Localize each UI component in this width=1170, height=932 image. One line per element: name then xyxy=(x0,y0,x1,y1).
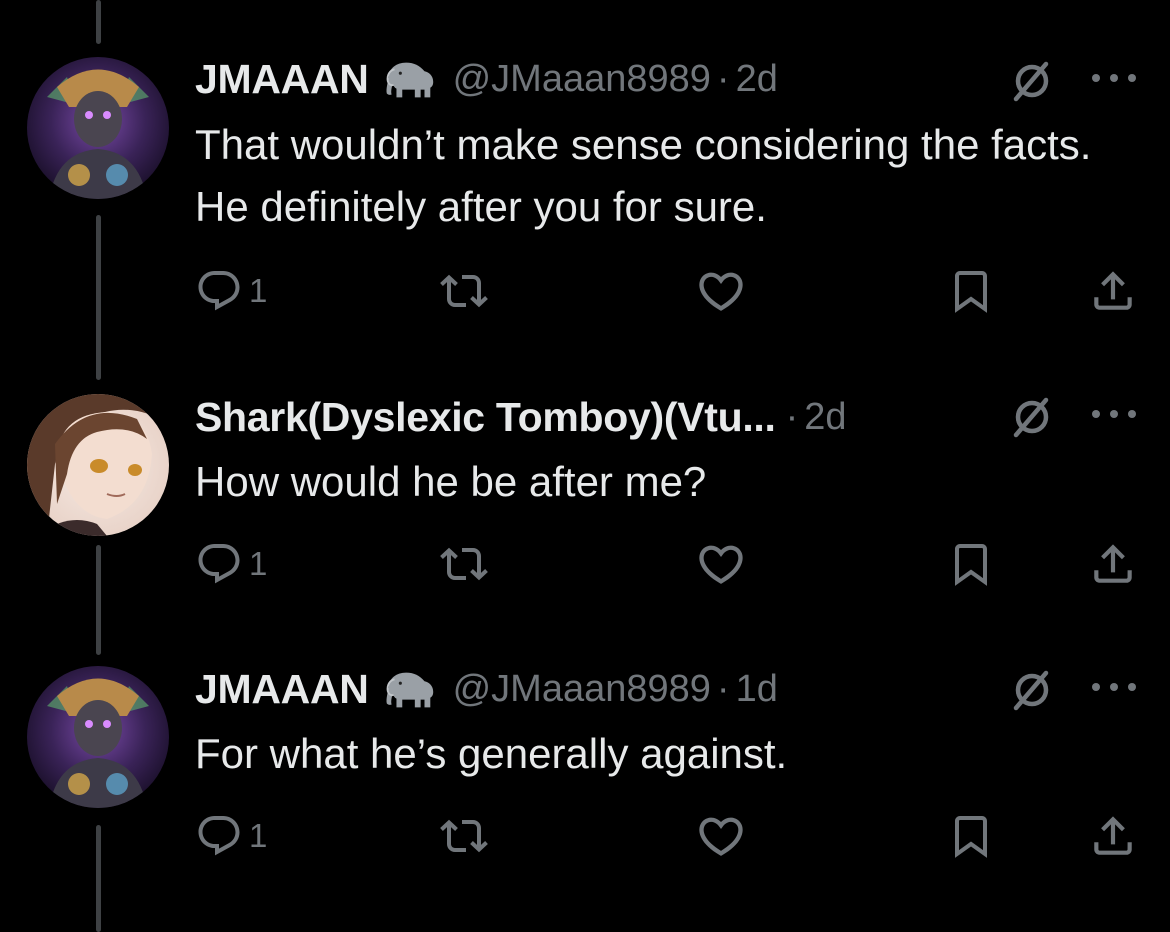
tweet-text: How would he be after me? xyxy=(195,458,707,505)
bookmark-button[interactable] xyxy=(947,539,995,589)
display-name[interactable]: JMAAAN xyxy=(195,666,369,713)
avatar[interactable] xyxy=(27,394,169,536)
reply-thread: JMAAAN @JMaaan8989 · 2d That wouldn’t ma… xyxy=(0,0,1170,932)
tweet-actions: 1 xyxy=(195,811,1145,861)
reply-icon xyxy=(195,267,243,315)
grok-icon[interactable] xyxy=(1008,393,1056,441)
like-button[interactable] xyxy=(695,539,747,589)
avatar[interactable] xyxy=(27,57,169,199)
thread-line xyxy=(96,545,101,655)
tweet-header: JMAAAN @JMaaan8989 · 1d xyxy=(195,664,778,714)
retweet-button[interactable] xyxy=(440,266,488,316)
reply-icon xyxy=(195,812,243,860)
share-button[interactable] xyxy=(1088,266,1138,316)
tweet-actions: 1 xyxy=(195,539,1145,589)
share-button[interactable] xyxy=(1088,539,1138,589)
more-icon[interactable] xyxy=(1090,68,1138,88)
grok-icon[interactable] xyxy=(1008,57,1056,105)
retweet-button[interactable] xyxy=(440,539,488,589)
reply-count: 1 xyxy=(249,272,268,309)
reply-button[interactable]: 1 xyxy=(195,266,267,316)
share-button[interactable] xyxy=(1088,811,1138,861)
timestamp[interactable]: 2d xyxy=(804,396,846,439)
reply-count: 1 xyxy=(249,817,268,854)
thread-line xyxy=(96,825,101,932)
display-name[interactable]: JMAAAN xyxy=(195,56,369,103)
bookmark-icon xyxy=(947,267,995,315)
bookmark-button[interactable] xyxy=(947,811,995,861)
separator-dot: · xyxy=(716,667,730,710)
separator-dot: · xyxy=(716,57,730,100)
elephant-icon xyxy=(381,667,439,711)
cyber-warrior-avatar-image xyxy=(27,57,169,199)
reply-icon xyxy=(195,540,243,588)
tweet-header: JMAAAN @JMaaan8989 · 2d xyxy=(195,54,778,104)
reply-button[interactable]: 1 xyxy=(195,811,267,861)
share-icon xyxy=(1088,539,1138,589)
thread-line xyxy=(96,0,101,44)
anime-girl-avatar-image xyxy=(27,394,169,536)
timestamp[interactable]: 2d xyxy=(736,58,778,101)
retweet-button[interactable] xyxy=(440,811,488,861)
tweet-text: That wouldn’t make sense considering the… xyxy=(195,121,1092,230)
retweet-icon xyxy=(440,540,488,588)
separator-dot: · xyxy=(785,395,799,438)
timestamp[interactable]: 1d xyxy=(736,668,778,711)
elephant-icon xyxy=(381,57,439,101)
reply-count: 1 xyxy=(249,545,268,582)
share-icon xyxy=(1088,266,1138,316)
tweet-actions: 1 xyxy=(195,266,1145,316)
more-icon[interactable] xyxy=(1090,677,1138,697)
reply-button[interactable]: 1 xyxy=(195,539,267,589)
bookmark-button[interactable] xyxy=(947,266,995,316)
bookmark-icon xyxy=(947,812,995,860)
grok-icon[interactable] xyxy=(1008,666,1056,714)
tweet-header: Shark(Dyslexic Tomboy)(Vtu... · 2d xyxy=(195,392,847,442)
like-button[interactable] xyxy=(695,266,747,316)
user-handle[interactable]: @JMaaan8989 xyxy=(453,58,711,101)
thread-line xyxy=(96,215,101,380)
retweet-icon xyxy=(440,267,488,315)
more-icon[interactable] xyxy=(1090,404,1138,424)
like-icon xyxy=(695,538,747,590)
user-handle[interactable]: @JMaaan8989 xyxy=(453,668,711,711)
bookmark-icon xyxy=(947,540,995,588)
cyber-warrior-avatar-image xyxy=(27,666,169,808)
display-name[interactable]: Shark(Dyslexic Tomboy)(Vtu... xyxy=(195,394,776,441)
avatar[interactable] xyxy=(27,666,169,808)
retweet-icon xyxy=(440,812,488,860)
share-icon xyxy=(1088,811,1138,861)
like-button[interactable] xyxy=(695,811,747,861)
tweet-text: For what he’s generally against. xyxy=(195,730,788,777)
like-icon xyxy=(695,265,747,317)
like-icon xyxy=(695,810,747,862)
